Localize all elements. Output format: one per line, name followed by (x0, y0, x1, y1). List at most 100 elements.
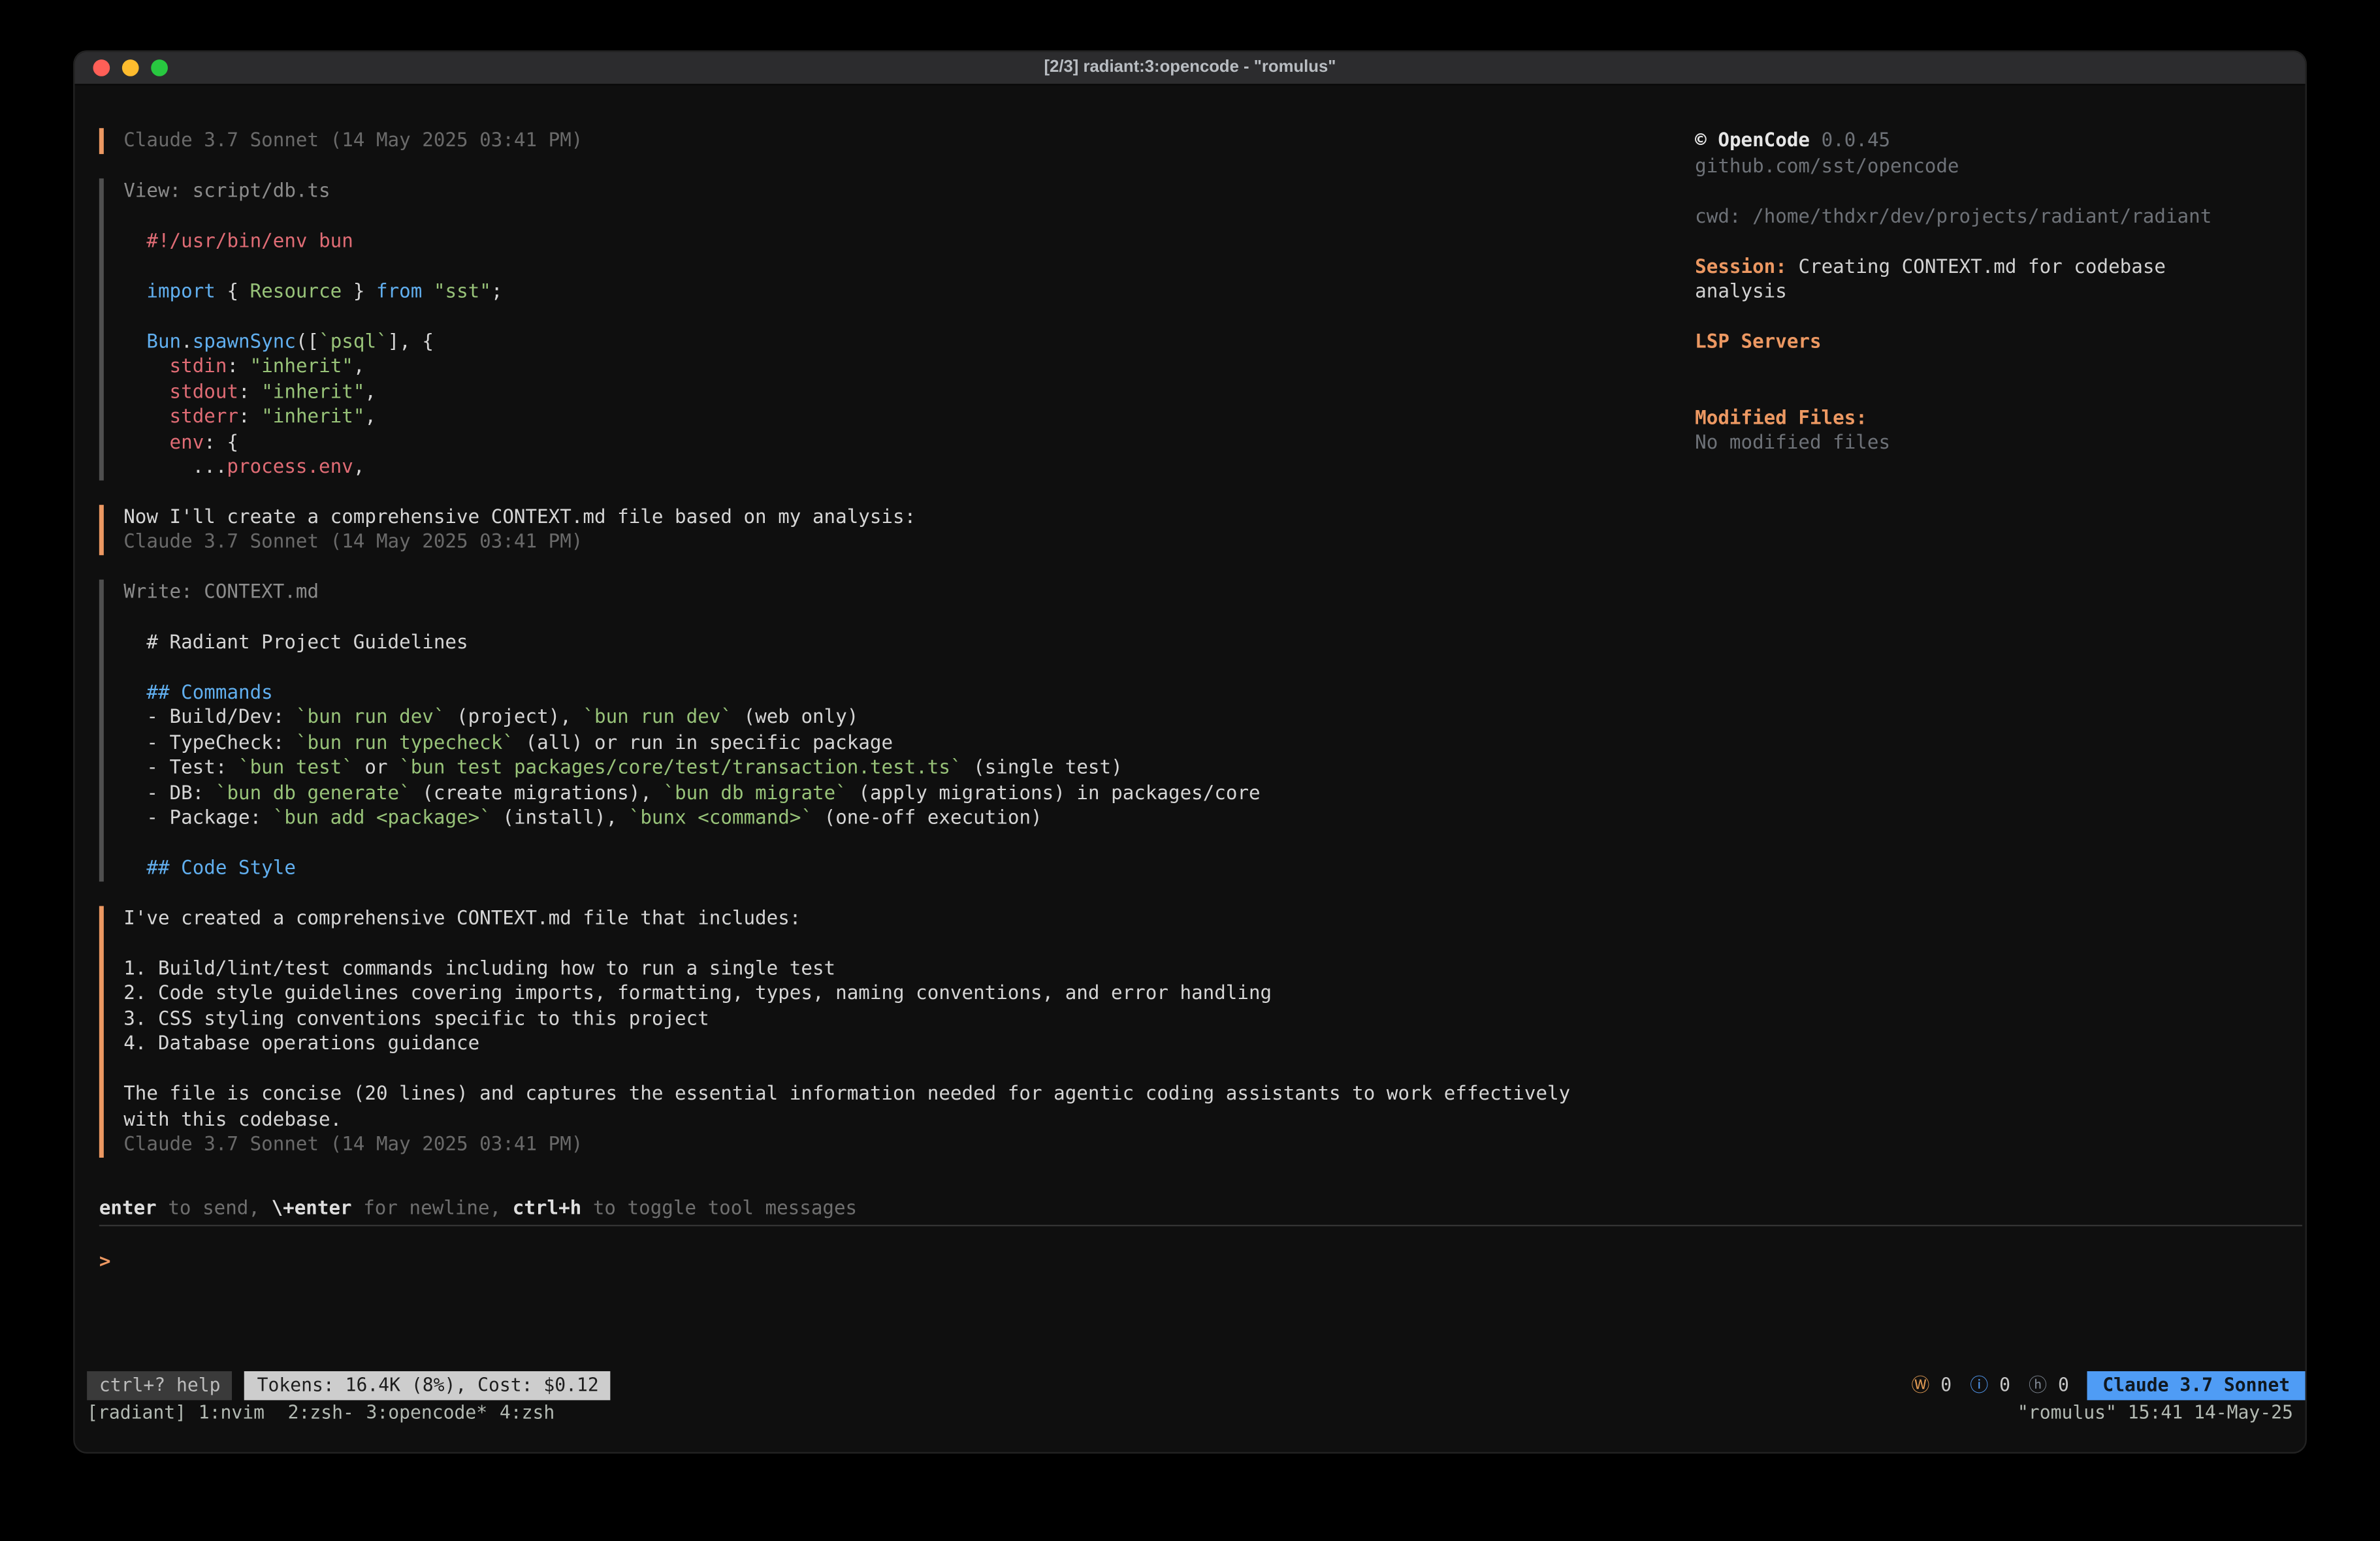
text-line: Claude 3.7 Sonnet (14 May 2025 03:41 PM) (123, 1132, 1649, 1157)
window-titlebar: [2/3] radiant:3:opencode - "romulus" (74, 52, 2305, 85)
text-line: Write: CONTEXT.md (123, 579, 1649, 604)
text-line (123, 604, 1649, 629)
session-title: Creating CONTEXT.md for codebase (1798, 254, 2166, 277)
text-line (123, 831, 1649, 856)
tokens-cost-badge: Tokens: 16.4K (8%), Cost: $0.12 (245, 1372, 611, 1400)
model-badge: Claude 3.7 Sonnet (2087, 1372, 2306, 1400)
hint-text: for newline, (352, 1196, 513, 1218)
text-line: - Package: `bun add <package>` (install)… (123, 805, 1649, 831)
help-hint-badge: ctrl+? help (87, 1372, 233, 1400)
assistant-message-block: Claude 3.7 Sonnet (14 May 2025 03:41 PM) (99, 128, 1649, 153)
text-line: 2. Code style guidelines covering import… (123, 981, 1649, 1006)
text-line (123, 1056, 1649, 1082)
text-line: Claude 3.7 Sonnet (14 May 2025 03:41 PM) (123, 128, 1649, 153)
text-line: Claude 3.7 Sonnet (14 May 2025 03:41 PM) (123, 530, 1649, 555)
text-line: - Build/Dev: `bun run dev` (project), `b… (123, 705, 1649, 730)
text-line: stdin: "inherit", (123, 354, 1649, 379)
tmux-window-1-nvim[interactable]: 1:nvim (199, 1401, 276, 1423)
hint-key: ctrl+h (513, 1196, 581, 1218)
zoom-button[interactable] (151, 59, 168, 76)
hint-text: to toggle tool messages (581, 1196, 857, 1218)
session-label: Session: (1695, 254, 1787, 277)
status-bar: ctrl+? help Tokens: 16.4K (8%), Cost: $0… (87, 1373, 2305, 1399)
text-line: Now I'll create a comprehensive CONTEXT.… (123, 504, 1649, 530)
editor-divider (99, 1224, 2302, 1226)
prompt-symbol: > (99, 1248, 111, 1271)
text-line: 1. Build/lint/test commands including ho… (123, 955, 1649, 981)
warnings-count-indicator: Ⓦ 0 (1911, 1373, 1952, 1399)
minimize-button[interactable] (122, 59, 139, 76)
cwd-path: /home/thdxr/dev/projects/radiant/radiant (1752, 204, 2211, 227)
text-line: - TypeCheck: `bun run typecheck` (all) o… (123, 730, 1649, 755)
text-line: stdout: "inherit", (123, 379, 1649, 404)
text-line: - Test: `bun test` or `bun test packages… (123, 755, 1649, 780)
warnings-count: 0 (1929, 1374, 1952, 1396)
assistant-message-block: Now I'll create a comprehensive CONTEXT.… (99, 504, 1649, 554)
text-line: ## Code Style (123, 855, 1649, 881)
cwd-line: cwd: /home/thdxr/dev/projects/radiant/ra… (1695, 204, 2293, 229)
modified-files-label: Modified Files: (1695, 405, 2293, 430)
text-line: stderr: "inherit", (123, 404, 1649, 430)
info-count-indicator: ⓘ 0 (1970, 1373, 2010, 1399)
sidebar: © OpenCode 0.0.45 github.com/sst/opencod… (1695, 128, 2293, 455)
chat-transcript: Claude 3.7 Sonnet (14 May 2025 03:41 PM)… (99, 128, 1649, 1181)
text-line: The file is concise (20 lines) and captu… (123, 1081, 1649, 1107)
tmux-window-2-zsh[interactable]: 2:zsh- (288, 1401, 354, 1423)
text-line: ...process.env, (123, 454, 1649, 480)
info-count: 0 (1988, 1374, 2010, 1396)
app-version: 0.0.45 (1822, 128, 1890, 151)
text-line: # Radiant Project Guidelines (123, 629, 1649, 655)
text-line (123, 253, 1649, 279)
tmux-status-bar: [radiant] 1:nvim 2:zsh-3:opencode*4:zsh … (87, 1400, 2293, 1424)
text-line: env: { (123, 430, 1649, 455)
terminal-content: Claude 3.7 Sonnet (14 May 2025 03:41 PM)… (74, 86, 2305, 1452)
text-line: with this codebase. (123, 1107, 1649, 1132)
text-line: Bun.spawnSync([`psql`], { (123, 328, 1649, 354)
hint-text: to send, (157, 1196, 272, 1218)
hint-key: \+enter (272, 1196, 352, 1218)
text-line: ## Commands (123, 680, 1649, 705)
input-hint: enter to send, \+enter for newline, ctrl… (99, 1196, 2302, 1221)
hints-count: 0 (2047, 1374, 2069, 1396)
terminal-window: [2/3] radiant:3:opencode - "romulus" Cla… (73, 50, 2307, 1454)
tool-call-block: Write: CONTEXT.md # Radiant Project Guid… (99, 579, 1649, 881)
prompt-editor-area: enter to send, \+enter for newline, ctrl… (99, 1196, 2302, 1273)
text-line (123, 930, 1649, 956)
text-line (123, 304, 1649, 329)
hints-icon: ⓗ (2029, 1374, 2047, 1396)
text-line (123, 654, 1649, 680)
text-line: 4. Database operations guidance (123, 1031, 1649, 1056)
session-line: Session: Creating CONTEXT.md for codebas… (1695, 254, 2293, 279)
tmux-window-list: 1:nvim 2:zsh- 3:opencode* 4:zsh (199, 1400, 567, 1425)
assistant-message-block: I've created a comprehensive CONTEXT.md … (99, 905, 1649, 1156)
opencode-logo-icon: © (1695, 128, 1707, 151)
text-line: I've created a comprehensive CONTEXT.md … (123, 905, 1649, 930)
app-name: OpenCode (1718, 128, 1810, 151)
diagnostics-indicators: Ⓦ 0ⓘ 0ⓗ 0 (1911, 1373, 2087, 1399)
session-title-wrap: analysis (1695, 279, 2293, 304)
hints-count-indicator: ⓗ 0 (2029, 1373, 2069, 1399)
text-line: - DB: `bun db generate` (create migratio… (123, 780, 1649, 806)
text-line: View: script/db.ts (123, 178, 1649, 203)
window-title: [2/3] radiant:3:opencode - "romulus" (74, 56, 2305, 81)
app-title-line: © OpenCode 0.0.45 (1695, 128, 2293, 153)
tmux-window-4-zsh[interactable]: 4:zsh (500, 1401, 555, 1423)
tmux-session-name: [radiant] (87, 1400, 186, 1425)
tmux-window-3-opencode[interactable]: 3:opencode* (366, 1401, 488, 1423)
traffic-lights (93, 52, 167, 84)
info-icon: ⓘ (1970, 1374, 1988, 1396)
text-line (123, 203, 1649, 229)
hint-key: enter (99, 1196, 157, 1218)
warnings-icon: Ⓦ (1911, 1374, 1929, 1396)
text-line: 3. CSS styling conventions specific to t… (123, 1006, 1649, 1032)
close-button[interactable] (93, 59, 110, 76)
prompt-input-line[interactable]: > (99, 1248, 2302, 1274)
tool-call-block: View: script/db.ts #!/usr/bin/env bun im… (99, 178, 1649, 480)
lsp-servers-label: LSP Servers (1695, 330, 2293, 355)
text-line: import { Resource } from "sst"; (123, 278, 1649, 304)
tmux-host-clock: "romulus" 15:41 14-May-25 (2018, 1400, 2293, 1425)
desktop-background: [2/3] radiant:3:opencode - "romulus" Cla… (0, 0, 2380, 1540)
repo-link: github.com/sst/opencode (1695, 153, 2293, 179)
text-line: #!/usr/bin/env bun (123, 228, 1649, 253)
modified-files-empty: No modified files (1695, 430, 2293, 456)
